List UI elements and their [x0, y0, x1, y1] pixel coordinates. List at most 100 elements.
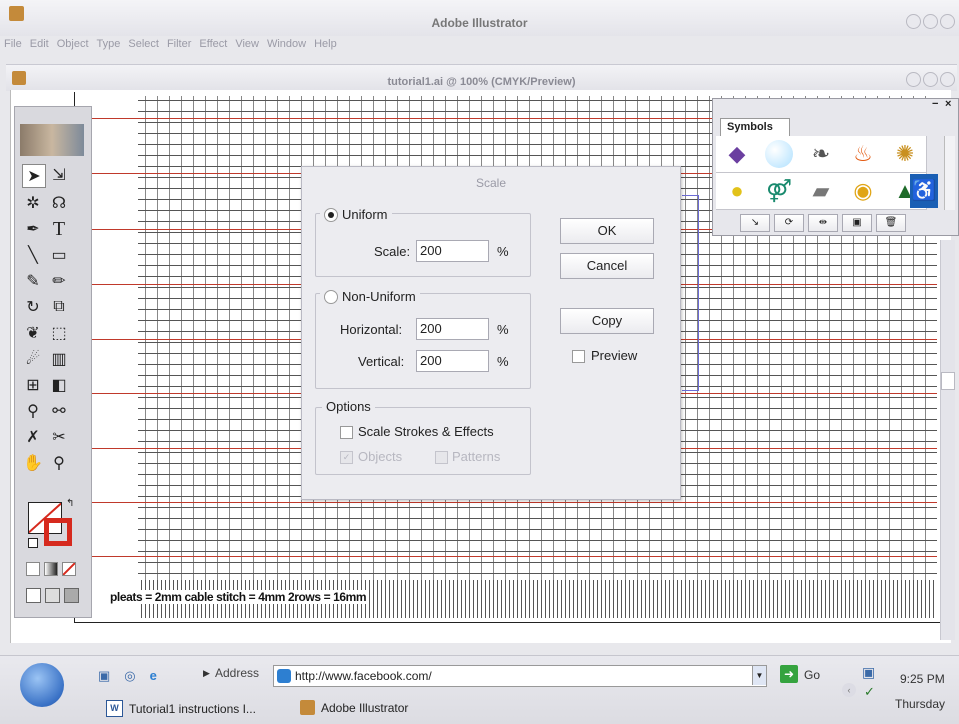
menu-view[interactable]: View [235, 38, 259, 56]
warp-tool-icon[interactable]: ❦ [22, 322, 44, 344]
line-tool-icon[interactable]: ╲ [22, 244, 44, 266]
show-desktop-icon[interactable]: ▣ [98, 668, 110, 684]
rotate-tool-icon[interactable]: ↻ [22, 296, 44, 318]
uniform-radio[interactable] [324, 207, 338, 222]
fish-symbol-icon[interactable]: ◆ [716, 136, 759, 173]
gradient-tool-icon[interactable]: ◧ [48, 374, 70, 396]
gradient-mode-icon[interactable] [44, 562, 58, 576]
non-uniform-radio[interactable] [324, 289, 338, 304]
task-adobe-illustrator[interactable]: Adobe Illustrator [300, 700, 408, 715]
menu-help[interactable]: Help [314, 38, 337, 56]
rhino-symbol-icon[interactable]: ▰ [800, 173, 843, 210]
pencil-tool-icon[interactable]: ✏ [48, 270, 70, 292]
menu-select[interactable]: Select [128, 38, 159, 56]
menu-object[interactable]: Object [57, 38, 89, 56]
paintbrush-tool-icon[interactable]: ✎ [22, 270, 44, 292]
patterns-checkbox[interactable] [435, 451, 448, 464]
none-mode-icon[interactable] [62, 562, 76, 576]
doc-close-button[interactable] [940, 72, 955, 87]
close-button[interactable] [940, 14, 955, 29]
blend-tool-icon[interactable]: ⚯ [48, 400, 70, 422]
standard-screen-mode-icon[interactable] [26, 588, 41, 603]
scrollbar-thumb[interactable] [941, 372, 955, 390]
security-tray-icon[interactable]: ✓ [864, 684, 875, 700]
vertical-scrollbar[interactable] [940, 240, 955, 640]
zoom-tool-icon[interactable]: ⚲ [48, 452, 70, 474]
symbols-panel-scrollbar[interactable] [944, 136, 955, 210]
menu-edit[interactable]: Edit [30, 38, 49, 56]
address-dropdown-icon[interactable]: ▼ [752, 666, 766, 685]
scissors-tool-icon[interactable]: ✂ [48, 426, 70, 448]
lantern-symbol-icon[interactable]: ◉ [842, 173, 885, 210]
panel-collapse-button[interactable]: − [932, 98, 938, 110]
ok-button[interactable]: OK [560, 218, 654, 244]
menu-effect[interactable]: Effect [199, 38, 227, 56]
selection-bounding-box[interactable] [682, 195, 699, 391]
preview-checkbox[interactable] [572, 350, 585, 363]
lightbulb-symbol-icon[interactable]: ● [716, 173, 759, 210]
internet-explorer-icon[interactable]: e [150, 668, 157, 684]
task-word-document[interactable]: W Tutorial1 instructions I... [106, 700, 256, 717]
minimize-button[interactable] [906, 14, 921, 29]
address-arrow-icon[interactable]: ▶ [203, 668, 210, 679]
selection-tool-icon[interactable]: ➤ [22, 164, 46, 188]
panel-close-button[interactable]: × [945, 98, 951, 110]
menu-file[interactable]: File [4, 38, 22, 56]
copy-button[interactable]: Copy [560, 308, 654, 334]
network-tray-icon[interactable]: ▣ [862, 664, 875, 681]
symbol-sprayer-tool-icon[interactable]: ☄ [22, 348, 44, 370]
graph-tool-icon[interactable]: ▥ [48, 348, 70, 370]
tab-symbols[interactable]: Symbols [720, 118, 790, 136]
slice-tool-icon[interactable]: ✗ [22, 426, 44, 448]
menu-window[interactable]: Window [267, 38, 306, 56]
stroke-swatch[interactable] [44, 518, 72, 546]
color-mode-icon[interactable] [26, 562, 40, 576]
break-link-symbol-button[interactable]: ⇹ [808, 214, 838, 232]
eyedropper-tool-icon[interactable]: ⚲ [22, 400, 44, 422]
media-player-icon[interactable]: ◎ [124, 668, 135, 684]
maximize-button[interactable] [923, 14, 938, 29]
cancel-button[interactable]: Cancel [560, 253, 654, 279]
feather-symbol-icon[interactable]: ❧ [800, 136, 843, 173]
scale-tool-icon[interactable]: ⧉ [48, 296, 70, 318]
objects-checkbox[interactable]: ✓ [340, 451, 353, 464]
venus-tool-thumbnail[interactable] [20, 124, 84, 156]
non-uniform-option[interactable]: Non-Uniform [320, 289, 420, 304]
mesh-tool-icon[interactable]: ⊞ [22, 374, 44, 396]
rectangle-tool-icon[interactable]: ▭ [48, 244, 70, 266]
full-screen-menu-mode-icon[interactable] [45, 588, 60, 603]
fire-symbol-icon[interactable]: ♨ [842, 136, 885, 173]
menu-type[interactable]: Type [97, 38, 121, 56]
horizontal-input[interactable]: 200 [416, 318, 489, 340]
delete-symbol-button[interactable]: 🗑 [876, 214, 906, 232]
restroom-symbol-icon[interactable]: ⚤ [758, 173, 801, 210]
hand-tool-icon[interactable]: ✋ [22, 452, 44, 474]
bubble-symbol-icon[interactable] [758, 136, 801, 173]
uniform-option[interactable]: Uniform [320, 207, 392, 222]
scale-strokes-checkbox[interactable] [340, 426, 353, 439]
tray-expand-icon[interactable]: ‹ [842, 683, 856, 697]
lasso-tool-icon[interactable]: ☊ [48, 192, 70, 214]
doc-minimize-button[interactable] [906, 72, 921, 87]
free-transform-tool-icon[interactable]: ⬚ [48, 322, 70, 344]
start-button[interactable] [20, 663, 64, 707]
type-tool-icon[interactable]: T [48, 218, 70, 240]
doc-maximize-button[interactable] [923, 72, 938, 87]
direct-selection-tool-icon[interactable]: ⇲ [48, 164, 70, 186]
swap-fill-stroke-icon[interactable]: ↰ [66, 498, 74, 509]
replace-symbol-button[interactable]: ⟳ [774, 214, 804, 232]
new-symbol-button[interactable]: ▣ [842, 214, 872, 232]
magic-wand-tool-icon[interactable]: ✲ [22, 192, 44, 214]
sun-symbol-icon[interactable]: ✺ [884, 136, 927, 173]
go-arrow-icon[interactable]: ➜ [780, 665, 798, 683]
go-label[interactable]: Go [804, 668, 820, 682]
accessibility-symbol-icon[interactable]: ♿ [910, 174, 938, 208]
pen-tool-icon[interactable]: ✒ [22, 218, 44, 240]
default-colors-icon[interactable] [28, 538, 38, 548]
vertical-input[interactable]: 200 [416, 350, 489, 372]
scale-input[interactable]: 200 [416, 240, 489, 262]
full-screen-mode-icon[interactable] [64, 588, 79, 603]
place-symbol-instance-button[interactable]: ↘ [740, 214, 770, 232]
address-input[interactable]: http://www.facebook.com/ [273, 665, 767, 687]
menu-filter[interactable]: Filter [167, 38, 191, 56]
